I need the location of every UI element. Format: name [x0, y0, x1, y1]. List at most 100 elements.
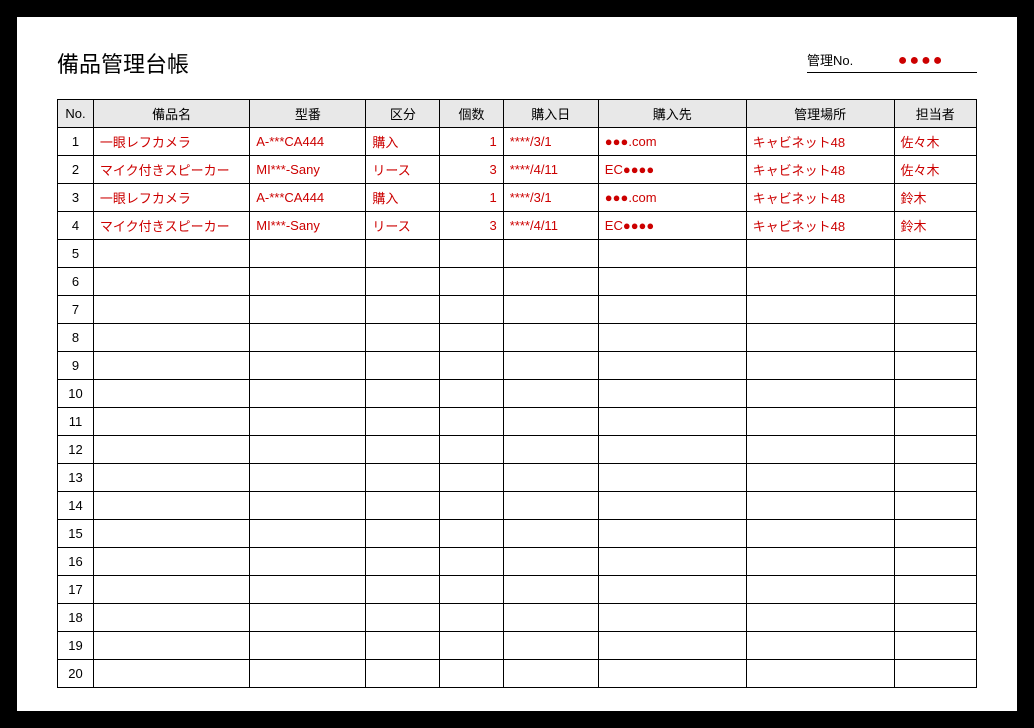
- cell-shop: [598, 268, 746, 296]
- cell-qty: 3: [440, 156, 503, 184]
- cell-category: [366, 352, 440, 380]
- cell-owner: [894, 268, 976, 296]
- cell-location: [746, 324, 894, 352]
- cell-shop: [598, 576, 746, 604]
- cell-qty: [440, 268, 503, 296]
- table-row: 7: [58, 296, 977, 324]
- cell-date: [503, 576, 598, 604]
- cell-location: [746, 492, 894, 520]
- cell-shop: [598, 604, 746, 632]
- cell-location: [746, 296, 894, 324]
- cell-model: [250, 464, 366, 492]
- cell-qty: [440, 436, 503, 464]
- cell-location: [746, 380, 894, 408]
- cell-qty: [440, 240, 503, 268]
- cell-category: リース: [366, 156, 440, 184]
- document-page: 備品管理台帳 管理No. ●●●● No. 備品名 型番 区分 個数 購入日 購…: [17, 17, 1017, 711]
- cell-qty: [440, 604, 503, 632]
- cell-name: [93, 240, 249, 268]
- header-no: No.: [58, 100, 94, 128]
- cell-name: [93, 268, 249, 296]
- cell-date: [503, 492, 598, 520]
- table-row: 2マイク付きスピーカーMI***-Sanyリース3****/4/11EC●●●●…: [58, 156, 977, 184]
- cell-shop: EC●●●●: [598, 156, 746, 184]
- cell-category: [366, 548, 440, 576]
- cell-category: 購入: [366, 128, 440, 156]
- cell-no: 15: [58, 520, 94, 548]
- cell-qty: 1: [440, 184, 503, 212]
- cell-no: 4: [58, 212, 94, 240]
- cell-name: [93, 324, 249, 352]
- header-model: 型番: [250, 100, 366, 128]
- cell-model: [250, 520, 366, 548]
- cell-location: [746, 464, 894, 492]
- cell-qty: [440, 296, 503, 324]
- cell-no: 19: [58, 632, 94, 660]
- header-shop: 購入先: [598, 100, 746, 128]
- cell-shop: [598, 408, 746, 436]
- cell-model: [250, 352, 366, 380]
- cell-model: [250, 436, 366, 464]
- cell-model: [250, 296, 366, 324]
- table-header-row: No. 備品名 型番 区分 個数 購入日 購入先 管理場所 担当者: [58, 100, 977, 128]
- cell-model: A-***CA444: [250, 128, 366, 156]
- cell-category: [366, 660, 440, 688]
- cell-shop: [598, 352, 746, 380]
- cell-date: [503, 436, 598, 464]
- cell-location: [746, 408, 894, 436]
- equipment-table: No. 備品名 型番 区分 個数 購入日 購入先 管理場所 担当者 1一眼レフカ…: [57, 99, 977, 688]
- cell-name: [93, 296, 249, 324]
- cell-no: 10: [58, 380, 94, 408]
- cell-owner: 佐々木: [894, 128, 976, 156]
- cell-name: [93, 660, 249, 688]
- cell-no: 14: [58, 492, 94, 520]
- cell-no: 18: [58, 604, 94, 632]
- cell-owner: [894, 548, 976, 576]
- cell-location: [746, 660, 894, 688]
- cell-model: [250, 408, 366, 436]
- cell-no: 12: [58, 436, 94, 464]
- cell-date: [503, 240, 598, 268]
- cell-date: [503, 660, 598, 688]
- cell-date: [503, 520, 598, 548]
- cell-date: ****/4/11: [503, 156, 598, 184]
- cell-qty: [440, 324, 503, 352]
- cell-qty: [440, 520, 503, 548]
- cell-owner: 佐々木: [894, 156, 976, 184]
- cell-location: キャビネット48: [746, 184, 894, 212]
- cell-model: MI***-Sany: [250, 156, 366, 184]
- cell-category: [366, 604, 440, 632]
- cell-name: [93, 520, 249, 548]
- table-row: 8: [58, 324, 977, 352]
- cell-owner: [894, 576, 976, 604]
- cell-model: [250, 604, 366, 632]
- cell-shop: [598, 632, 746, 660]
- cell-location: [746, 240, 894, 268]
- cell-no: 1: [58, 128, 94, 156]
- cell-category: [366, 380, 440, 408]
- cell-qty: 1: [440, 128, 503, 156]
- cell-qty: 3: [440, 212, 503, 240]
- cell-shop: [598, 436, 746, 464]
- cell-owner: [894, 436, 976, 464]
- cell-category: [366, 408, 440, 436]
- header-location: 管理場所: [746, 100, 894, 128]
- cell-date: [503, 408, 598, 436]
- header-qty: 個数: [440, 100, 503, 128]
- cell-date: [503, 268, 598, 296]
- cell-category: [366, 492, 440, 520]
- cell-qty: [440, 660, 503, 688]
- cell-qty: [440, 464, 503, 492]
- cell-model: [250, 548, 366, 576]
- cell-owner: [894, 324, 976, 352]
- cell-owner: [894, 660, 976, 688]
- header-category: 区分: [366, 100, 440, 128]
- cell-model: [250, 324, 366, 352]
- cell-date: [503, 604, 598, 632]
- cell-category: [366, 632, 440, 660]
- cell-shop: [598, 660, 746, 688]
- cell-owner: [894, 352, 976, 380]
- cell-location: [746, 632, 894, 660]
- cell-model: MI***-Sany: [250, 212, 366, 240]
- table-row: 5: [58, 240, 977, 268]
